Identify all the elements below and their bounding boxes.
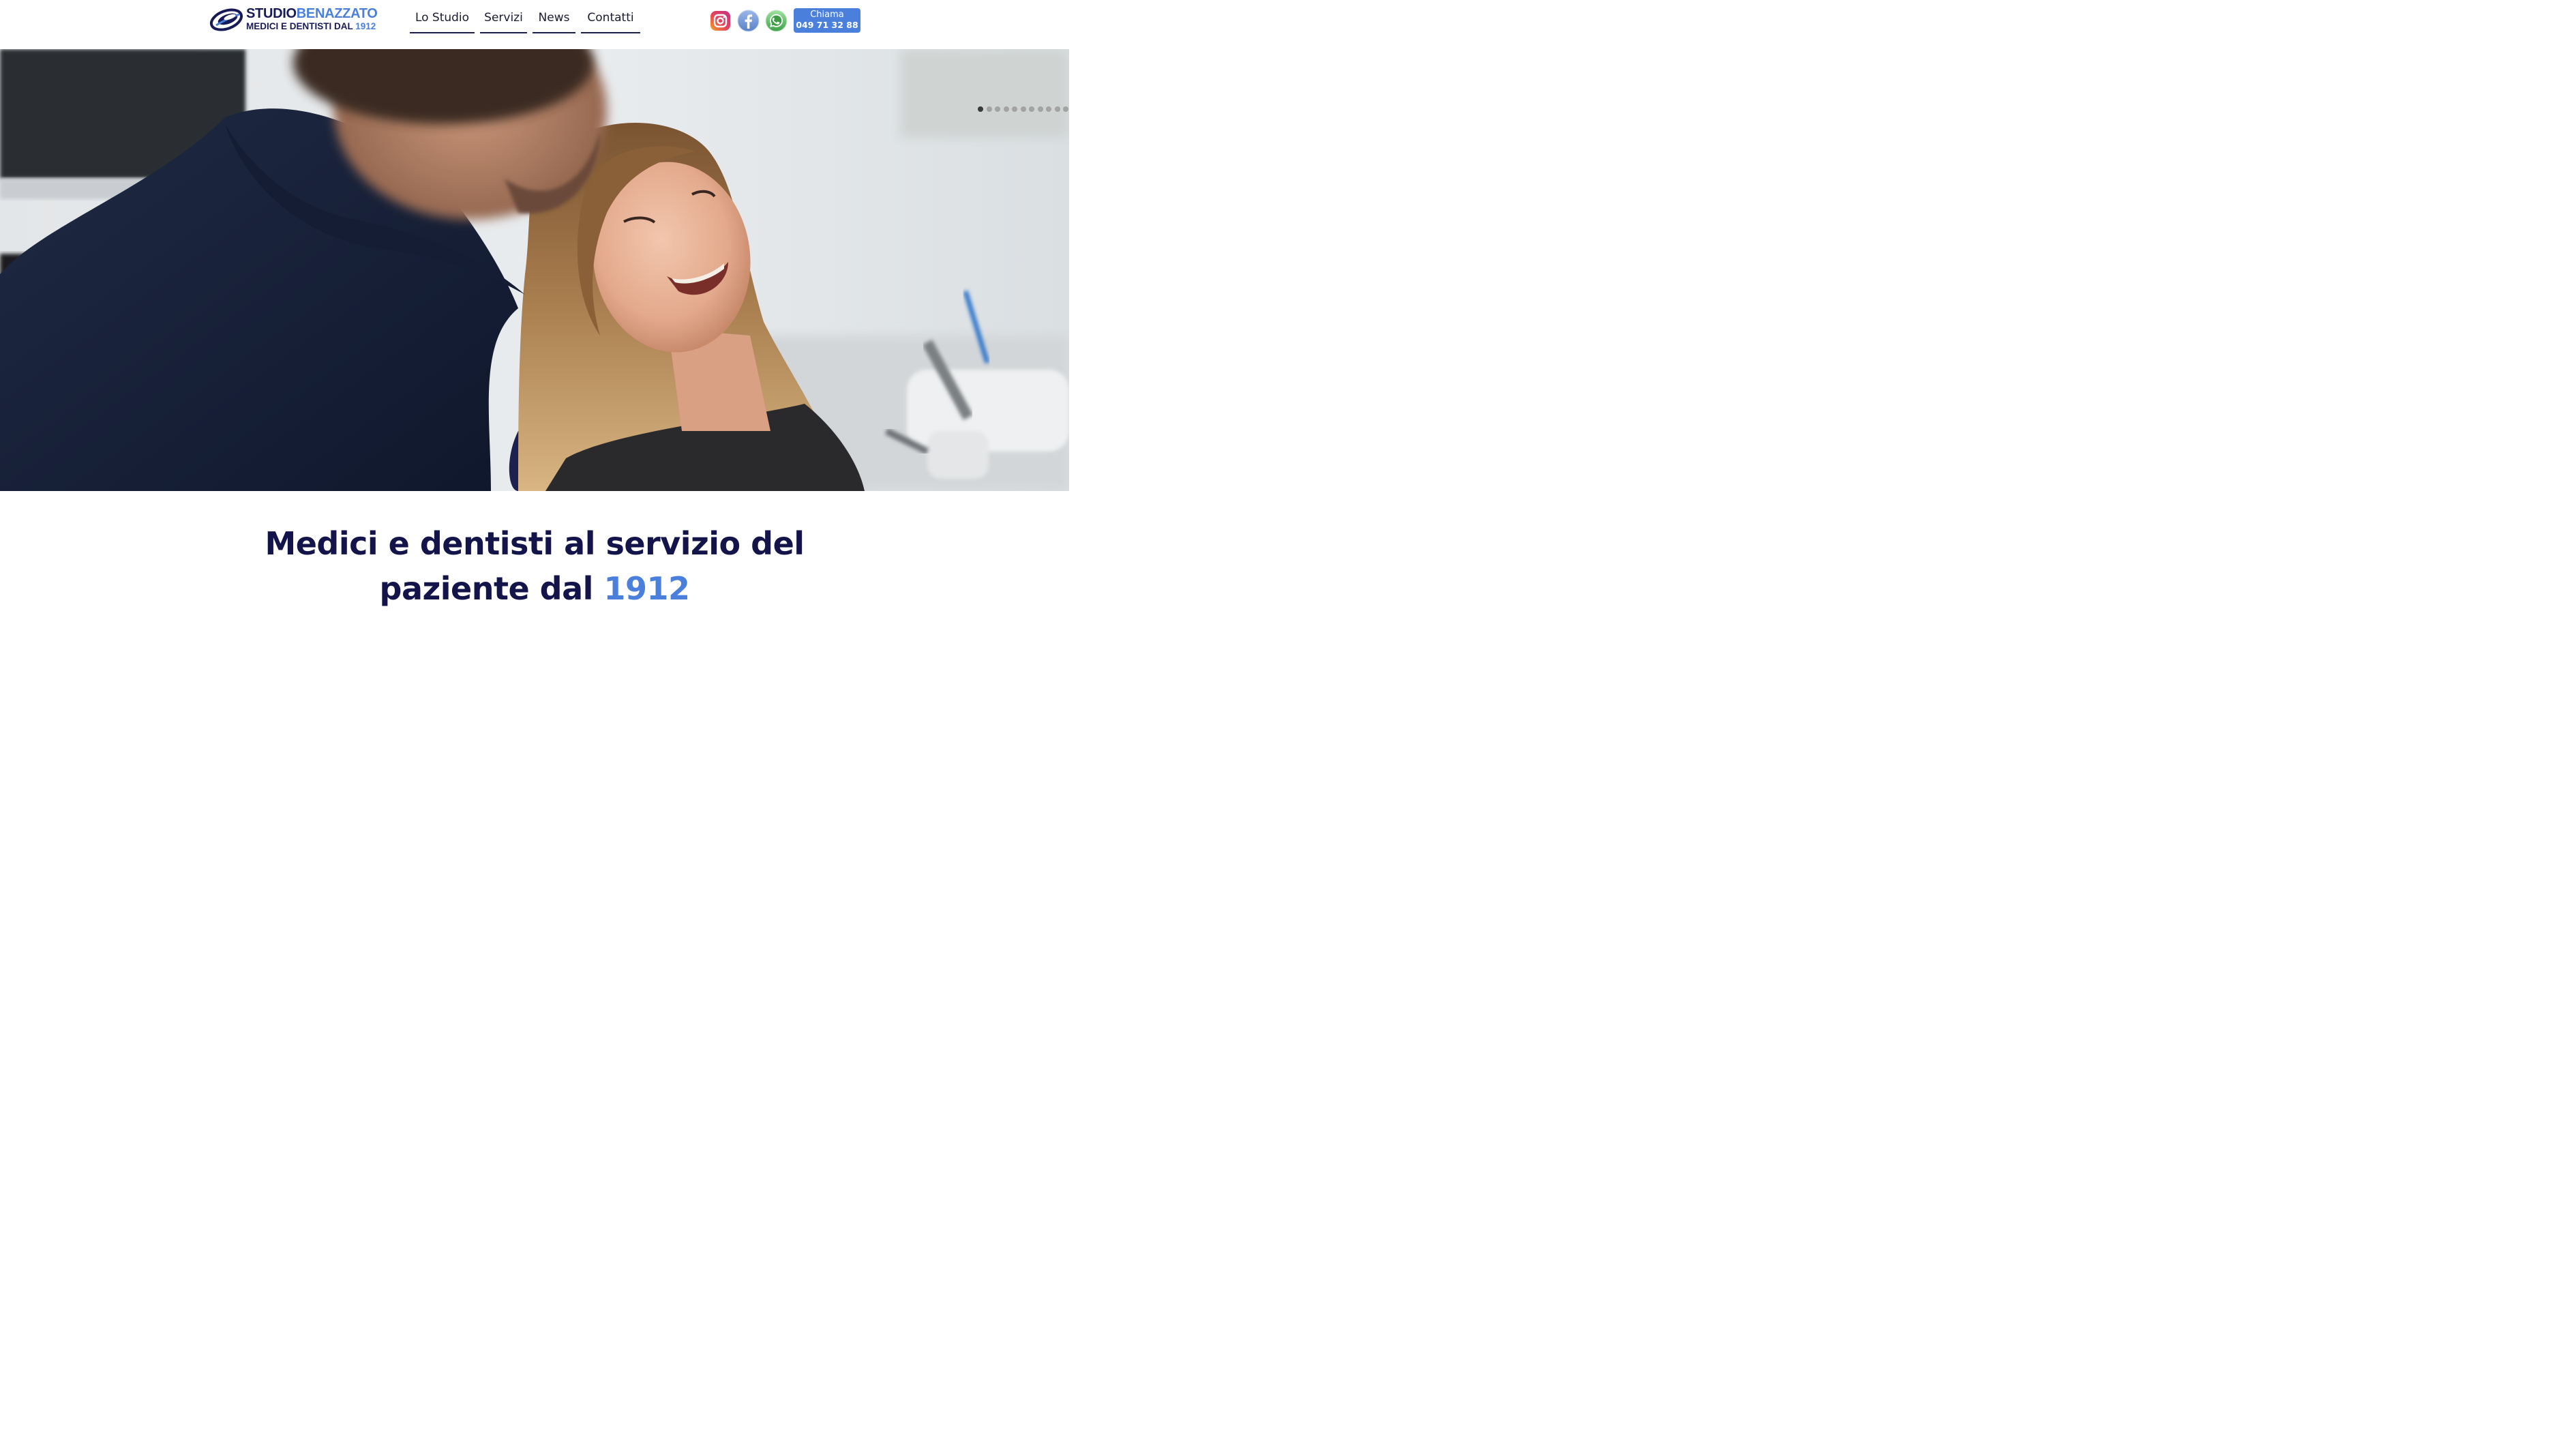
headline-line1: Medici e dentisti al servizio del bbox=[265, 525, 805, 562]
nav-item-servizi[interactable]: Servizi bbox=[480, 8, 527, 33]
page-headline: Medici e dentisti al servizio del pazien… bbox=[0, 521, 1069, 611]
brand-tagline-year: 1912 bbox=[355, 21, 376, 31]
hero-slider[interactable] bbox=[0, 49, 1069, 491]
facebook-link[interactable] bbox=[737, 10, 760, 32]
slider-dot[interactable] bbox=[1046, 106, 1051, 112]
slider-dot[interactable] bbox=[986, 106, 992, 112]
slider-dot[interactable] bbox=[1029, 106, 1034, 112]
hero-photo bbox=[0, 49, 1069, 491]
call-button[interactable]: Chiama 049 71 32 88 bbox=[794, 8, 860, 33]
brand-name-part2: BENAZZATO bbox=[296, 6, 378, 21]
nav-item-news[interactable]: News bbox=[533, 8, 575, 33]
slider-dot[interactable] bbox=[1020, 106, 1026, 112]
slider-dot[interactable] bbox=[978, 106, 983, 112]
slider-dots bbox=[978, 106, 1068, 113]
brand-tagline-text: MEDICI E DENTISTI DAL bbox=[246, 21, 356, 31]
slider-dot[interactable] bbox=[1003, 106, 1009, 112]
instagram-link[interactable] bbox=[709, 10, 732, 32]
whatsapp-link[interactable] bbox=[765, 10, 788, 32]
facebook-icon bbox=[737, 10, 760, 32]
call-button-label: Chiama bbox=[810, 10, 844, 20]
brand-name: STUDIOBENAZZATO bbox=[246, 6, 378, 21]
instagram-icon bbox=[710, 11, 730, 31]
slider-dot[interactable] bbox=[1012, 106, 1017, 112]
nav-item-lo-studio[interactable]: Lo Studio bbox=[410, 8, 475, 33]
brand-name-part1: STUDIO bbox=[246, 6, 297, 21]
call-button-number: 049 71 32 88 bbox=[796, 20, 858, 30]
nav-item-contatti[interactable]: Contatti bbox=[581, 8, 640, 33]
brand-logo[interactable]: STUDIOBENAZZATO MEDICI E DENTISTI DAL 19… bbox=[209, 6, 383, 33]
headline-year: 1912 bbox=[603, 570, 690, 607]
slider-dot[interactable] bbox=[1063, 106, 1068, 112]
slider-dot[interactable] bbox=[1037, 106, 1043, 112]
whatsapp-icon bbox=[765, 10, 788, 32]
site-header: STUDIOBENAZZATO MEDICI E DENTISTI DAL 19… bbox=[0, 0, 1069, 49]
slider-dot[interactable] bbox=[1054, 106, 1060, 112]
slider-dot[interactable] bbox=[995, 106, 1000, 112]
headline-line2-text: paziente dal bbox=[379, 570, 604, 607]
logo-mark-icon bbox=[209, 8, 243, 31]
brand-tagline: MEDICI E DENTISTI DAL 1912 bbox=[246, 21, 376, 32]
